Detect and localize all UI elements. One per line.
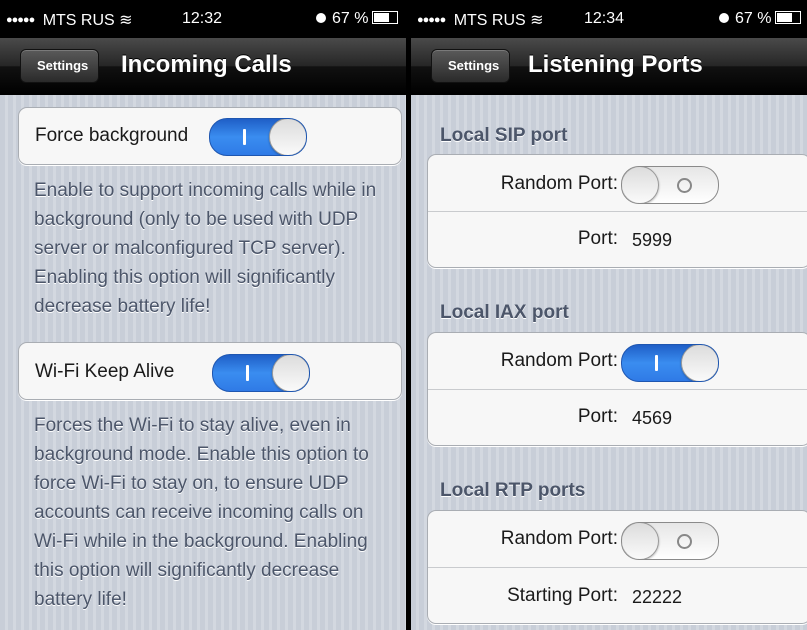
carrier-label: MTS RUS (453, 12, 526, 29)
signal-dots-icon: ●●●●● (6, 14, 35, 26)
wifi-icon: ≋ (530, 12, 544, 29)
rtp-starting-port-label: Starting Port: (507, 585, 618, 606)
carrier-label: MTS RUS (42, 12, 115, 29)
status-time: 12:32 (182, 10, 223, 27)
sip-port-label: Port: (577, 228, 618, 249)
iax-section-header: Local IAX port (440, 302, 569, 323)
battery-icon (372, 11, 399, 24)
sip-port-value[interactable]: 5999 (632, 230, 672, 251)
signal-dots-icon: ●●●●● (417, 14, 446, 26)
force-background-label: Force background (35, 125, 189, 146)
sip-group: Random Port: Port: 5999 (427, 154, 807, 268)
rtp-section-header: Local RTP ports (440, 480, 586, 501)
rtp-random-port-toggle[interactable] (621, 522, 719, 560)
battery-percent: 67 % (332, 10, 369, 27)
settings-back-button[interactable]: Settings (20, 49, 100, 83)
status-bar: ●●●●● MTS RUS ≋ 12:32 67 % (0, 0, 406, 38)
iax-port-label: Port: (577, 406, 618, 427)
sip-random-port-label: Random Port: (500, 173, 618, 194)
divider (428, 211, 807, 212)
rtp-starting-port-value[interactable]: 22222 (632, 587, 682, 608)
navigation-bar: Settings Incoming Calls (0, 38, 406, 95)
rtp-group: Random Port: Starting Port: 22222 (427, 510, 807, 624)
battery-icon (775, 11, 802, 24)
wifi-keep-alive-description: Forces the Wi-Fi to stay alive, even in … (34, 415, 369, 610)
page-title: Listening Ports (528, 51, 703, 78)
iax-port-value[interactable]: 4569 (632, 408, 672, 429)
force-background-toggle[interactable] (209, 118, 307, 156)
page-title: Incoming Calls (121, 51, 292, 78)
force-background-description: Enable to support incoming calls while i… (34, 180, 377, 317)
incoming-calls-screen: ●●●●● MTS RUS ≋ 12:32 67 % Settings Inco… (0, 0, 406, 630)
force-background-cell: Force background (18, 107, 402, 165)
divider (428, 567, 807, 568)
wifi-keep-alive-label: Wi-Fi Keep Alive (35, 361, 175, 382)
iax-random-port-toggle[interactable] (621, 344, 719, 382)
sip-random-port-toggle[interactable] (621, 166, 719, 204)
divider (428, 389, 807, 390)
alarm-icon (316, 13, 326, 23)
iax-random-port-label: Random Port: (500, 350, 618, 371)
sip-section-header: Local SIP port (440, 125, 568, 146)
settings-back-button[interactable]: Settings (431, 49, 511, 83)
alarm-icon (719, 13, 729, 23)
wifi-keep-alive-toggle[interactable] (212, 354, 310, 392)
wifi-icon: ≋ (119, 12, 133, 29)
listening-ports-screen: ●●●●● MTS RUS ≋ 12:34 67 % Settings List… (411, 0, 807, 630)
status-time: 12:34 (584, 10, 625, 27)
wifi-keep-alive-cell: Wi-Fi Keep Alive (18, 342, 402, 400)
navigation-bar: Settings Listening Ports (411, 38, 807, 95)
iax-group: Random Port: Port: 4569 (427, 332, 807, 446)
status-bar: ●●●●● MTS RUS ≋ 12:34 67 % (411, 0, 807, 38)
battery-percent: 67 % (735, 10, 772, 27)
rtp-random-port-label: Random Port: (500, 528, 618, 549)
